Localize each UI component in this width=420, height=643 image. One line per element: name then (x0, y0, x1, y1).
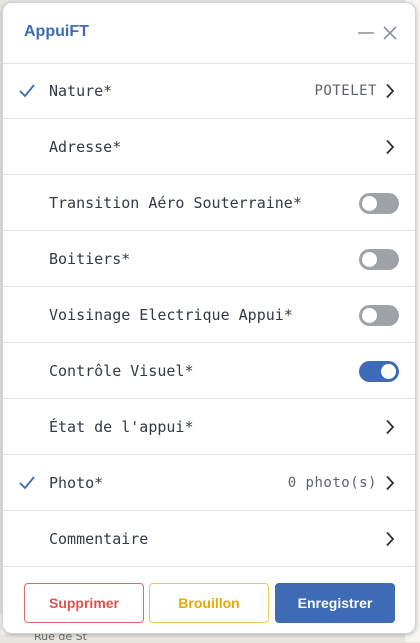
field-label: Adresse* (49, 138, 122, 156)
field-row[interactable]: Commentaire (3, 511, 415, 567)
field-label: Photo* (49, 474, 104, 492)
toggle-switch[interactable] (359, 361, 399, 382)
field-row[interactable]: Nature* POTELET (3, 63, 415, 119)
checkmark-icon (19, 476, 35, 490)
field-label: Boitiers* (49, 250, 131, 268)
field-label: Contrôle Visuel* (49, 362, 194, 380)
minimize-button[interactable] (355, 22, 377, 44)
chevron-right-icon (386, 475, 395, 491)
dialog-header: AppuiFT (3, 3, 415, 64)
draft-button[interactable]: Brouillon (149, 583, 269, 623)
field-label: Commentaire (49, 530, 149, 548)
close-button[interactable] (379, 22, 401, 44)
field-label: État de l'appui* (49, 418, 194, 436)
field-row[interactable]: Voisinage Electrique Appui* (3, 287, 415, 343)
appui-form-dialog: AppuiFT Nature* POTELET Adresse* Transition… (2, 2, 416, 634)
field-label: Voisinage Electrique Appui* (49, 306, 293, 324)
field-value: POTELET (314, 83, 377, 99)
chevron-right-icon (386, 531, 395, 547)
field-row[interactable]: Contrôle Visuel* (3, 343, 415, 399)
field-value: 0 photo(s) (287, 475, 377, 491)
chevron-right-icon (386, 83, 395, 99)
field-label: Nature* (49, 82, 113, 100)
toggle-switch[interactable] (359, 249, 399, 270)
toggle-knob (362, 308, 377, 323)
dialog-footer: Supprimer Brouillon Enregistrer (3, 571, 415, 633)
delete-button[interactable]: Supprimer (24, 583, 144, 623)
toggle-switch[interactable] (359, 193, 399, 214)
field-row[interactable]: État de l'appui* (3, 399, 415, 455)
field-row[interactable]: Photo* 0 photo(s) (3, 455, 415, 511)
dialog-title: AppuiFT (24, 23, 89, 40)
chevron-right-icon (386, 139, 395, 155)
field-row[interactable]: Adresse* (3, 119, 415, 175)
field-row[interactable]: Transition Aéro Souterraine* (3, 175, 415, 231)
save-button[interactable]: Enregistrer (275, 583, 395, 623)
checkmark-icon (19, 84, 35, 98)
minimize-icon (358, 32, 374, 34)
field-row[interactable]: Boitiers* (3, 231, 415, 287)
toggle-switch[interactable] (359, 305, 399, 326)
close-icon (383, 26, 397, 40)
toggle-knob (362, 252, 377, 267)
toggle-knob (381, 364, 396, 379)
chevron-right-icon (386, 419, 395, 435)
field-label: Transition Aéro Souterraine* (49, 194, 302, 212)
toggle-knob (362, 196, 377, 211)
